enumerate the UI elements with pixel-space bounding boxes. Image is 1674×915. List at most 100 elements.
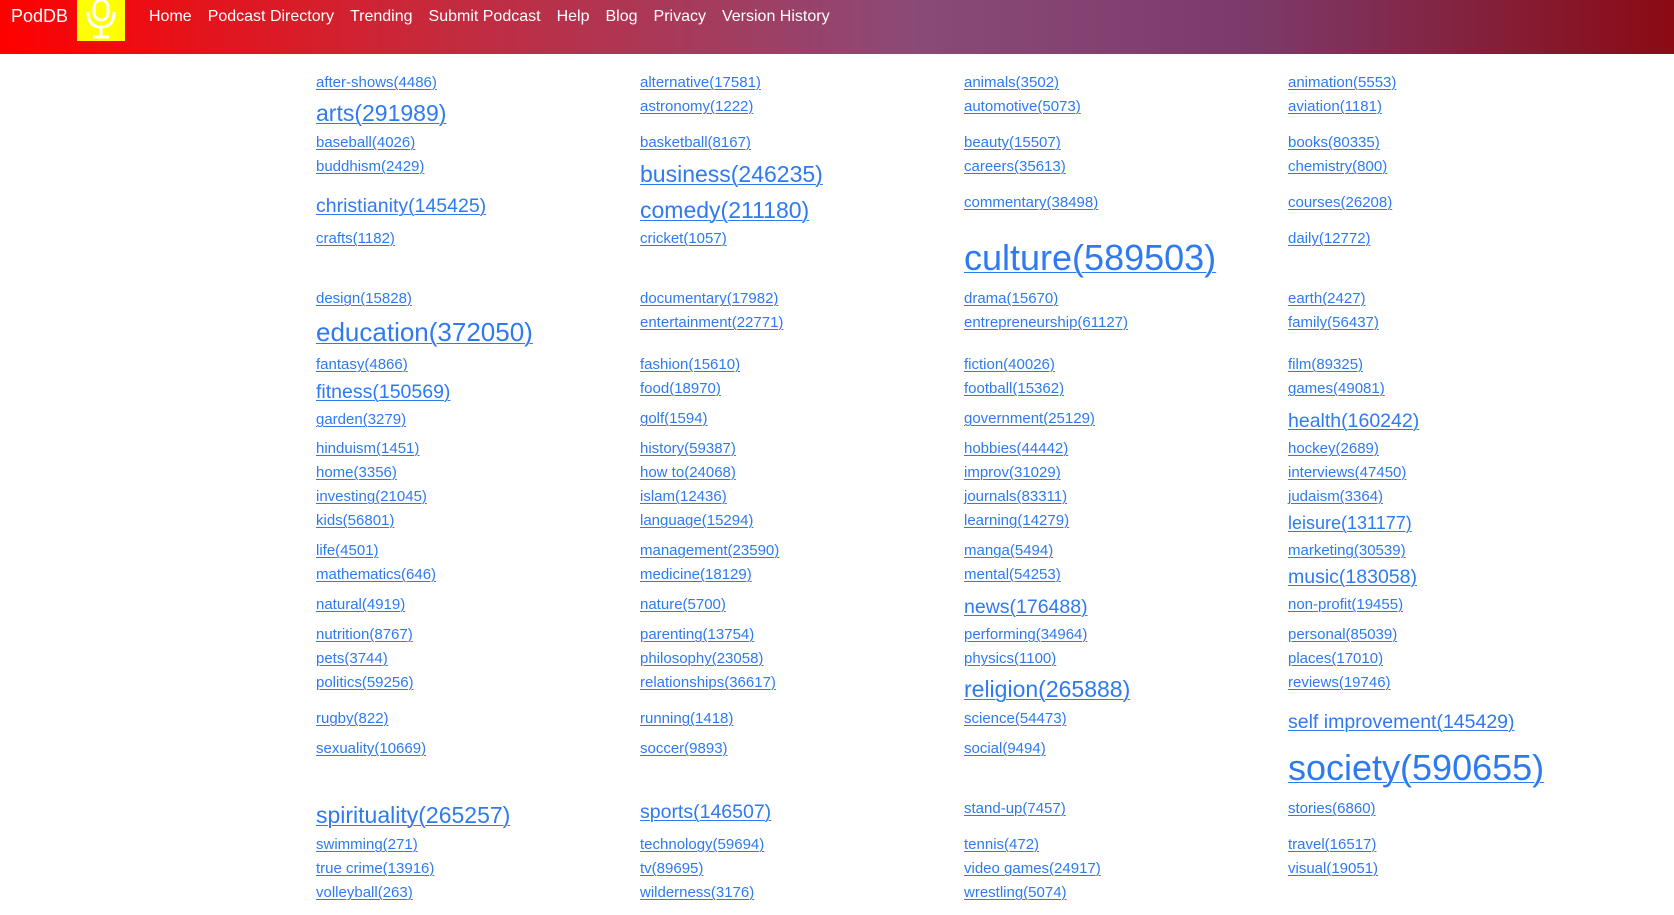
category-link-technology[interactable]: technology(59694) (640, 836, 764, 853)
category-link-earth[interactable]: earth(2427) (1288, 290, 1366, 307)
category-link-video-games[interactable]: video games(24917) (964, 860, 1101, 877)
nav-home[interactable]: Home (149, 7, 192, 27)
category-link-rugby[interactable]: rugby(822) (316, 710, 389, 727)
category-link-personal[interactable]: personal(85039) (1288, 626, 1397, 643)
nav-help[interactable]: Help (557, 7, 590, 27)
nav-podcast-directory[interactable]: Podcast Directory (208, 7, 334, 27)
category-link-management[interactable]: management(23590) (640, 542, 779, 559)
category-link-physics[interactable]: physics(1100) (964, 650, 1056, 667)
nav-privacy[interactable]: Privacy (654, 7, 706, 27)
category-link-life[interactable]: life(4501) (316, 542, 379, 559)
category-link-food[interactable]: food(18970) (640, 380, 721, 397)
category-link-after-shows[interactable]: after-shows(4486) (316, 74, 437, 91)
category-link-basketball[interactable]: basketball(8167) (640, 134, 751, 151)
category-link-learning[interactable]: learning(14279) (964, 512, 1069, 529)
category-link-marketing[interactable]: marketing(30539) (1288, 542, 1406, 559)
category-link-parenting[interactable]: parenting(13754) (640, 626, 754, 643)
microphone-icon[interactable] (77, 0, 125, 41)
category-link-self-improvement[interactable]: self improvement(145429) (1288, 711, 1515, 733)
category-link-wrestling[interactable]: wrestling(5074) (964, 884, 1067, 901)
category-link-fitness[interactable]: fitness(150569) (316, 381, 450, 403)
category-link-nutrition[interactable]: nutrition(8767) (316, 626, 413, 643)
category-link-manga[interactable]: manga(5494) (964, 542, 1053, 559)
category-link-social[interactable]: social(9494) (964, 740, 1046, 757)
nav-trending[interactable]: Trending (350, 7, 413, 27)
category-link-animals[interactable]: animals(3502) (964, 74, 1059, 91)
category-link-crafts[interactable]: crafts(1182) (316, 230, 395, 247)
category-link-news[interactable]: news(176488) (964, 596, 1088, 618)
category-link-animation[interactable]: animation(5553) (1288, 74, 1396, 91)
category-link-entertainment[interactable]: entertainment(22771) (640, 314, 783, 331)
category-link-travel[interactable]: travel(16517) (1288, 836, 1376, 853)
category-link-islam[interactable]: islam(12436) (640, 488, 727, 505)
category-link-volleyball[interactable]: volleyball(263) (316, 884, 413, 901)
category-link-entrepreneurship[interactable]: entrepreneurship(61127) (964, 314, 1128, 331)
category-link-soccer[interactable]: soccer(9893) (640, 740, 728, 757)
category-link-baseball[interactable]: baseball(4026) (316, 134, 415, 151)
category-link-stand-up[interactable]: stand-up(7457) (964, 800, 1066, 817)
category-link-improv[interactable]: improv(31029) (964, 464, 1061, 481)
category-link-education[interactable]: education(372050) (316, 317, 533, 348)
category-link-arts[interactable]: arts(291989) (316, 100, 446, 126)
category-link-business[interactable]: business(246235) (640, 161, 823, 187)
category-link-reviews[interactable]: reviews(19746) (1288, 674, 1391, 691)
category-link-health[interactable]: health(160242) (1288, 410, 1419, 432)
category-link-fiction[interactable]: fiction(40026) (964, 356, 1055, 373)
category-link-cricket[interactable]: cricket(1057) (640, 230, 727, 247)
category-link-investing[interactable]: investing(21045) (316, 488, 427, 505)
category-link-language[interactable]: language(15294) (640, 512, 753, 529)
category-link-commentary[interactable]: commentary(38498) (964, 194, 1098, 211)
category-link-mathematics[interactable]: mathematics(646) (316, 566, 436, 583)
category-link-film[interactable]: film(89325) (1288, 356, 1363, 373)
category-link-sports[interactable]: sports(146507) (640, 801, 771, 823)
category-link-culture[interactable]: culture(589503) (964, 237, 1216, 278)
category-link-swimming[interactable]: swimming(271) (316, 836, 418, 853)
category-link-science[interactable]: science(54473) (964, 710, 1067, 727)
category-link-true-crime[interactable]: true crime(13916) (316, 860, 434, 877)
category-link-places[interactable]: places(17010) (1288, 650, 1383, 667)
category-link-government[interactable]: government(25129) (964, 410, 1095, 427)
category-link-journals[interactable]: journals(83311) (964, 488, 1067, 505)
category-link-performing[interactable]: performing(34964) (964, 626, 1087, 643)
category-link-documentary[interactable]: documentary(17982) (640, 290, 778, 307)
category-link-football[interactable]: football(15362) (964, 380, 1064, 397)
category-link-comedy[interactable]: comedy(211180) (640, 197, 809, 223)
category-link-sexuality[interactable]: sexuality(10669) (316, 740, 426, 757)
category-link-home[interactable]: home(3356) (316, 464, 397, 481)
category-link-non-profit[interactable]: non-profit(19455) (1288, 596, 1403, 613)
category-link-courses[interactable]: courses(26208) (1288, 194, 1392, 211)
nav-version-history[interactable]: Version History (722, 7, 830, 27)
category-link-religion[interactable]: religion(265888) (964, 676, 1130, 702)
category-link-stories[interactable]: stories(6860) (1288, 800, 1376, 817)
category-link-history[interactable]: history(59387) (640, 440, 736, 457)
category-link-garden[interactable]: garden(3279) (316, 411, 406, 428)
category-link-tennis[interactable]: tennis(472) (964, 836, 1039, 853)
category-link-tv[interactable]: tv(89695) (640, 860, 703, 877)
category-link-books[interactable]: books(80335) (1288, 134, 1380, 151)
category-link-astronomy[interactable]: astronomy(1222) (640, 98, 753, 115)
category-link-beauty[interactable]: beauty(15507) (964, 134, 1061, 151)
category-link-interviews[interactable]: interviews(47450) (1288, 464, 1406, 481)
category-link-hobbies[interactable]: hobbies(44442) (964, 440, 1068, 457)
category-link-fashion[interactable]: fashion(15610) (640, 356, 740, 373)
category-link-spirituality[interactable]: spirituality(265257) (316, 802, 510, 828)
category-link-fantasy[interactable]: fantasy(4866) (316, 356, 408, 373)
category-link-judaism[interactable]: judaism(3364) (1288, 488, 1383, 505)
category-link-buddhism[interactable]: buddhism(2429) (316, 158, 424, 175)
brand-name[interactable]: PodDB (11, 5, 68, 27)
category-link-mental[interactable]: mental(54253) (964, 566, 1061, 583)
category-link-golf[interactable]: golf(1594) (640, 410, 708, 427)
category-link-politics[interactable]: politics(59256) (316, 674, 414, 691)
category-link-alternative[interactable]: alternative(17581) (640, 74, 761, 91)
category-link-medicine[interactable]: medicine(18129) (640, 566, 752, 583)
category-link-design[interactable]: design(15828) (316, 290, 412, 307)
category-link-leisure[interactable]: leisure(131177) (1288, 513, 1412, 534)
category-link-games[interactable]: games(49081) (1288, 380, 1385, 397)
category-link-running[interactable]: running(1418) (640, 710, 733, 727)
category-link-nature[interactable]: nature(5700) (640, 596, 726, 613)
category-link-careers[interactable]: careers(35613) (964, 158, 1066, 175)
category-link-how-to[interactable]: how to(24068) (640, 464, 736, 481)
category-link-natural[interactable]: natural(4919) (316, 596, 405, 613)
nav-blog[interactable]: Blog (605, 7, 637, 27)
category-link-visual[interactable]: visual(19051) (1288, 860, 1378, 877)
